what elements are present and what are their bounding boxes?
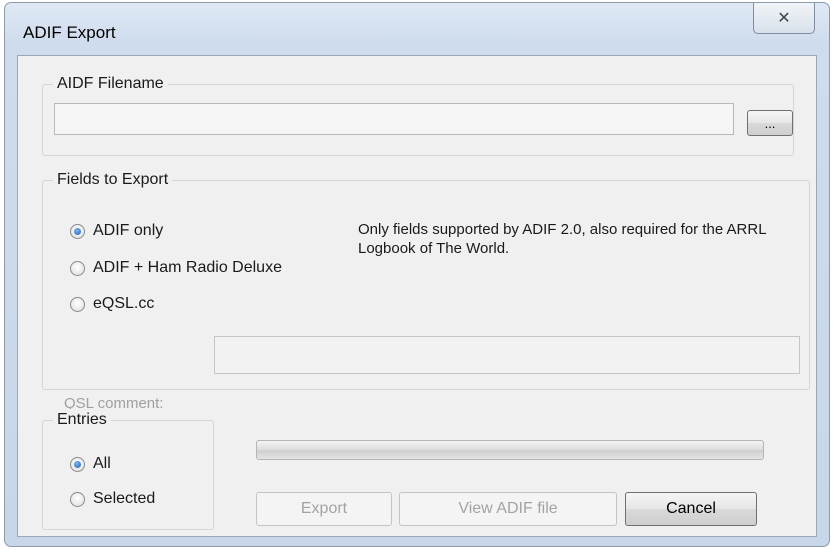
radio-adif-hrd-label: ADIF + Ham Radio Deluxe xyxy=(93,259,282,276)
title-bar: ADIF Export ✕ xyxy=(5,3,829,55)
entries-group-label: Entries xyxy=(53,409,111,431)
cancel-button-label: Cancel xyxy=(666,500,716,517)
view-adif-file-button-label: View ADIF file xyxy=(458,500,558,517)
export-button-label: Export xyxy=(300,500,348,517)
view-adif-file-button[interactable]: View ADIF file xyxy=(399,492,617,526)
adif-export-dialog: ADIF Export ✕ AIDF Filename ... Fields t… xyxy=(4,2,830,547)
radio-adif-hrd[interactable]: ADIF + Ham Radio Deluxe xyxy=(70,259,282,277)
fields-group-label: Fields to Export xyxy=(53,169,173,191)
dialog-body: AIDF Filename ... Fields to Export ADIF … xyxy=(17,55,817,537)
export-button[interactable]: Export xyxy=(256,492,392,526)
filename-input[interactable] xyxy=(54,103,734,135)
radio-entries-selected-indicator[interactable] xyxy=(70,491,85,507)
radio-eqsl-label: eQSL.cc xyxy=(93,295,155,312)
radio-adif-hrd-indicator[interactable] xyxy=(70,260,85,276)
radio-entries-selected[interactable]: Selected xyxy=(70,490,155,508)
entries-group: Entries xyxy=(42,409,214,530)
qsl-comment-input[interactable] xyxy=(214,336,800,374)
browse-button-label: ... xyxy=(764,115,776,131)
radio-entries-selected-label: Selected xyxy=(93,490,156,507)
radio-eqsl-indicator[interactable] xyxy=(70,296,85,312)
filename-group-label: AIDF Filename xyxy=(53,73,168,95)
browse-button[interactable]: ... xyxy=(747,110,793,136)
export-progress-bar xyxy=(256,440,764,460)
radio-adif-only[interactable]: ADIF only xyxy=(70,222,163,240)
cancel-button[interactable]: Cancel xyxy=(625,492,757,526)
radio-entries-all-label: All xyxy=(93,455,111,472)
radio-adif-only-label: ADIF only xyxy=(93,222,164,239)
close-icon: ✕ xyxy=(777,10,791,27)
fields-description: Only fields supported by ADIF 2.0, also … xyxy=(358,221,766,257)
window-title: ADIF Export xyxy=(23,23,116,42)
radio-adif-only-indicator[interactable] xyxy=(70,223,85,239)
radio-eqsl[interactable]: eQSL.cc xyxy=(70,295,154,313)
close-button[interactable]: ✕ xyxy=(753,3,815,34)
radio-entries-all[interactable]: All xyxy=(70,455,111,473)
radio-entries-all-indicator[interactable] xyxy=(70,456,85,472)
